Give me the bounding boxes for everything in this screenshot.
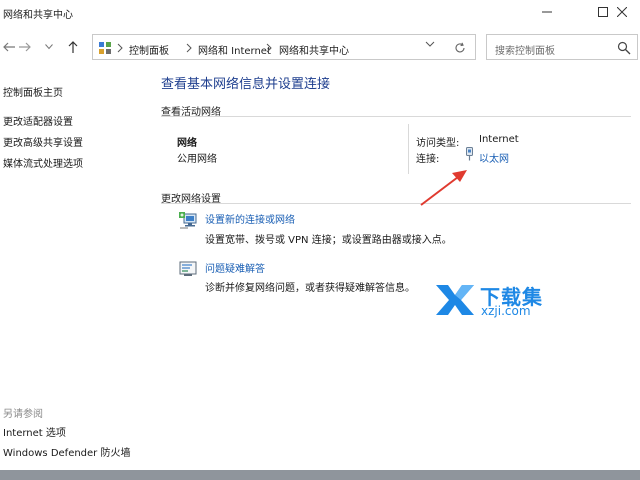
network-name: 网络: [177, 138, 197, 149]
breadcrumb-network-internet[interactable]: 网络和 Internet: [198, 42, 271, 57]
refresh-icon[interactable]: [453, 41, 467, 55]
watermark-subtitle: xzji.com: [481, 304, 531, 318]
search-placeholder: 搜索控制面板: [495, 46, 555, 57]
minimize-button[interactable]: [524, 0, 570, 24]
forward-arrow-icon: [19, 42, 31, 52]
setup-new-connection-description: 设置宽带、拨号或 VPN 连接；或设置路由器或接入点。: [205, 235, 452, 246]
search-box[interactable]: 搜索控制面板: [486, 34, 638, 60]
network-setup-icon: [179, 212, 197, 229]
taskbar-edge: [0, 470, 640, 480]
page-title: 查看基本网络信息并设置连接: [161, 77, 331, 92]
breadcrumb-separator-icon: [117, 43, 123, 53]
forward-button[interactable]: [16, 38, 34, 56]
ethernet-connection-link[interactable]: 以太网: [479, 150, 509, 165]
close-button[interactable]: [604, 0, 640, 24]
chevron-down-icon: [45, 44, 53, 50]
watermark-logo-icon: [436, 285, 474, 315]
close-icon: [617, 7, 627, 17]
recent-locations-button[interactable]: [40, 38, 58, 56]
back-arrow-icon: [3, 42, 15, 52]
divider: [161, 116, 631, 117]
divider: [408, 124, 409, 174]
control-panel-icon: [99, 42, 111, 54]
ethernet-icon: [466, 147, 473, 161]
divider: [161, 203, 631, 204]
address-bar[interactable]: 控制面板 网络和 Internet 网络和共享中心: [92, 34, 476, 60]
watermark: 下载集 xzji.com: [432, 281, 552, 321]
connection-label: 连接:: [416, 154, 440, 165]
up-arrow-icon: [68, 41, 78, 53]
setup-new-connection-link[interactable]: 设置新的连接或网络: [205, 211, 295, 226]
access-type-label: 访问类型:: [416, 138, 460, 149]
nav-link-change-adapter-settings[interactable]: 更改适配器设置: [3, 113, 73, 128]
address-dropdown-icon[interactable]: [424, 38, 436, 50]
up-button[interactable]: [64, 38, 82, 56]
nav-link-control-panel-home[interactable]: 控制面板主页: [3, 84, 63, 99]
minimize-icon: [542, 11, 552, 13]
nav-link-advanced-sharing-settings[interactable]: 更改高级共享设置: [3, 134, 83, 149]
breadcrumb-separator-icon: [186, 43, 192, 53]
troubleshoot-problems-description: 诊断并修复网络问题，或者获得疑难解答信息。: [205, 283, 415, 294]
troubleshoot-problems-link[interactable]: 问题疑难解答: [205, 260, 265, 275]
breadcrumb-control-panel[interactable]: 控制面板: [129, 42, 169, 57]
see-also-windows-defender-firewall[interactable]: Windows Defender 防火墙: [3, 444, 130, 459]
access-type-value: Internet: [479, 134, 519, 145]
nav-link-media-streaming-options[interactable]: 媒体流式处理选项: [3, 155, 83, 170]
search-icon: [617, 41, 631, 55]
breadcrumb-network-sharing-center[interactable]: 网络和共享中心: [279, 42, 349, 57]
title-bar: 网络和共享中心: [0, 0, 640, 24]
network-profile-type: 公用网络: [177, 154, 217, 165]
see-also-internet-options[interactable]: Internet 选项: [3, 424, 66, 439]
troubleshoot-icon: [179, 261, 197, 276]
window-title: 网络和共享中心: [3, 10, 73, 21]
see-also-heading: 另请参阅: [3, 409, 43, 420]
breadcrumb-separator-icon: [266, 43, 272, 53]
